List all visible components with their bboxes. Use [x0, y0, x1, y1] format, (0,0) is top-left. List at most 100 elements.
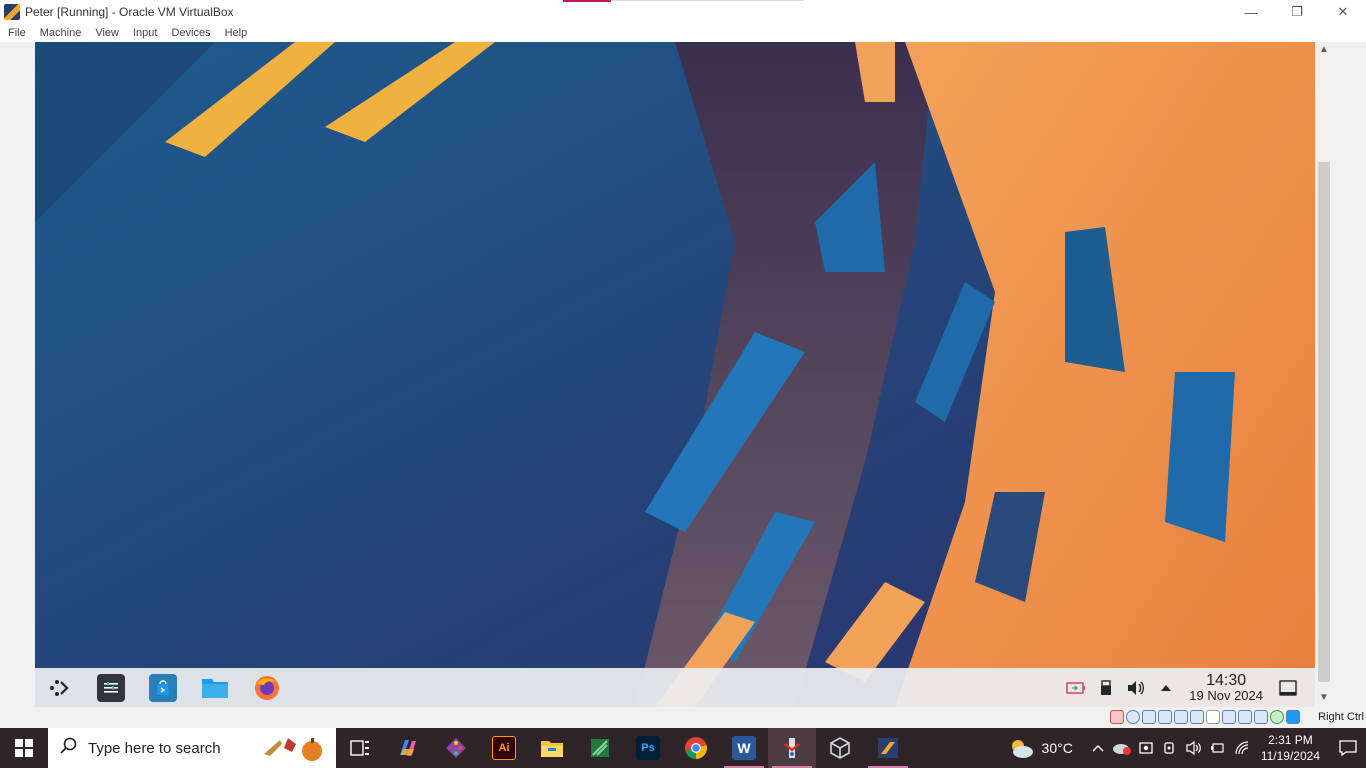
autumn-decoration-icon	[264, 738, 322, 761]
taskbar-app-photoshop[interactable]: Ps	[624, 728, 672, 768]
taskbar-app-spreadsheet[interactable]	[576, 728, 624, 768]
firefox-icon[interactable]	[253, 674, 281, 702]
notification-icon	[1339, 740, 1357, 756]
speaker-icon[interactable]	[1183, 737, 1205, 759]
vbox-status-bar: Right Ctrl	[0, 707, 1366, 728]
taskbar-app-chrome[interactable]	[672, 728, 720, 768]
photoshop-icon: Ps	[636, 736, 660, 760]
file-explorer-icon	[541, 741, 563, 757]
weather-cloud-sun-icon	[1011, 740, 1033, 758]
audio-status-icon[interactable]	[1142, 710, 1156, 724]
recording-status-icon[interactable]	[1222, 710, 1236, 724]
battery-tray-icon[interactable]	[1207, 737, 1229, 759]
menu-devices[interactable]: Devices	[171, 27, 210, 39]
hard-disk-status-icon[interactable]	[1110, 710, 1124, 724]
kde-panel: 14:30 19 Nov 2024	[35, 668, 1315, 707]
kde-clock-date: 19 Nov 2024	[1189, 688, 1263, 704]
word-icon: W	[732, 736, 756, 760]
restore-button[interactable]: ❐	[1274, 0, 1320, 24]
close-button[interactable]: ✕	[1320, 0, 1366, 24]
display-status-icon[interactable]	[1206, 710, 1220, 724]
kde-wallpaper	[35, 42, 1315, 707]
virtualbox-app-icon	[4, 4, 20, 20]
kde-clock-time: 14:30	[1206, 671, 1247, 689]
taskbar-app-virtualbox[interactable]	[864, 728, 912, 768]
window-titlebar[interactable]: Peter [Running] - Oracle VM VirtualBox —…	[0, 0, 1366, 24]
battery-icon[interactable]	[1065, 677, 1087, 699]
title-accent-bar	[563, 0, 611, 2]
weather-widget[interactable]: 30°C	[1008, 737, 1073, 759]
spreadsheet-icon	[591, 739, 609, 757]
minimize-button[interactable]: —	[1228, 0, 1274, 24]
menu-input[interactable]: Input	[133, 27, 157, 39]
menu-machine[interactable]: Machine	[40, 27, 82, 39]
search-placeholder: Type here to search	[88, 739, 221, 757]
vm-screen[interactable]: 14:30 19 Nov 2024	[35, 42, 1315, 707]
cube-app-icon	[830, 737, 850, 759]
scroll-up-icon[interactable]: ▲	[1319, 44, 1329, 55]
window-controls: — ❐ ✕	[1228, 0, 1366, 24]
vertical-scrollbar[interactable]: ▲ ▼	[1316, 42, 1332, 707]
title-divider	[611, 0, 804, 1]
cpu-status-icon[interactable]	[1254, 710, 1268, 724]
network-status-icon[interactable]	[1158, 710, 1172, 724]
taskbar-app-copilot[interactable]	[384, 728, 432, 768]
taskbar-search-box[interactable]: Type here to search	[48, 728, 336, 768]
taskbar-app-word[interactable]: W	[720, 728, 768, 768]
start-button[interactable]	[0, 728, 48, 768]
taskbar-app-cube[interactable]	[816, 728, 864, 768]
menu-bar: File Machine View Input Devices Help	[0, 24, 1366, 42]
task-view-button[interactable]	[336, 728, 384, 768]
show-desktop-icon[interactable]	[1277, 677, 1299, 699]
keyboard-capture-status-icon[interactable]	[1286, 710, 1300, 724]
kde-system-tray: 14:30 19 Nov 2024	[1065, 668, 1315, 707]
illustrator-icon: Ai	[492, 736, 516, 760]
git-icon	[446, 738, 466, 758]
taskbar-clock[interactable]: 2:31 PM 11/19/2024	[1261, 732, 1320, 764]
task-view-icon	[350, 740, 369, 756]
discover-store-icon[interactable]	[149, 673, 177, 702]
vm-display-area: 14:30 19 Nov 2024 ▲ ▼	[0, 42, 1366, 707]
tray-expand-icon[interactable]	[1155, 677, 1177, 699]
mouse-integration-status-icon[interactable]	[1270, 710, 1284, 724]
volume-icon[interactable]	[1125, 677, 1147, 699]
window-title: Peter [Running] - Oracle VM VirtualBox	[25, 5, 234, 19]
menu-view[interactable]: View	[95, 27, 119, 39]
taskbar-clock-date: 11/19/2024	[1260, 749, 1320, 763]
dolphin-file-manager-icon[interactable]	[201, 674, 229, 702]
taskbar-app-fiddler[interactable]	[768, 728, 816, 768]
optical-drive-status-icon[interactable]	[1126, 710, 1140, 724]
taskbar-tray: 30°C 2:31 PM 11/19/2024	[1008, 728, 1366, 768]
virtualbox-icon	[878, 738, 898, 758]
notification-center-button[interactable]	[1330, 728, 1366, 768]
scrollbar-thumb[interactable]	[1318, 162, 1330, 682]
application-launcher-icon[interactable]	[45, 674, 73, 702]
taskbar-app-illustrator[interactable]: Ai	[480, 728, 528, 768]
wifi-icon[interactable]	[1231, 737, 1253, 759]
menu-file[interactable]: File	[8, 27, 26, 39]
shared-folders-status-icon[interactable]	[1190, 710, 1204, 724]
weather-temperature: 30°C	[1041, 740, 1073, 756]
scroll-down-icon[interactable]: ▼	[1319, 692, 1329, 703]
fiddler-icon	[784, 738, 800, 758]
security-center-icon[interactable]	[1135, 737, 1157, 759]
usb-device-icon[interactable]	[1095, 677, 1117, 699]
vbox-status-icons	[1110, 710, 1302, 724]
host-key-label: Right Ctrl	[1318, 711, 1364, 723]
show-hidden-icons-icon[interactable]	[1087, 737, 1109, 759]
kde-clock[interactable]: 14:30 19 Nov 2024	[1189, 672, 1263, 704]
onedrive-error-icon[interactable]	[1111, 737, 1133, 759]
search-icon	[60, 737, 80, 760]
usb-status-icon[interactable]	[1174, 710, 1188, 724]
copilot-icon	[400, 740, 416, 756]
meet-now-icon[interactable]	[1159, 737, 1181, 759]
taskbar-app-git[interactable]	[432, 728, 480, 768]
windows-logo-icon	[15, 739, 33, 757]
windows-taskbar: Type here to search Ai Ps W 30°C 2:31 PM…	[0, 728, 1366, 768]
chrome-icon	[685, 737, 707, 759]
vt-x-status-icon[interactable]	[1238, 710, 1252, 724]
system-settings-icon[interactable]	[97, 673, 125, 702]
taskbar-clock-time: 2:31 PM	[1268, 732, 1313, 747]
taskbar-app-file-explorer[interactable]	[528, 728, 576, 768]
menu-help[interactable]: Help	[225, 27, 248, 39]
